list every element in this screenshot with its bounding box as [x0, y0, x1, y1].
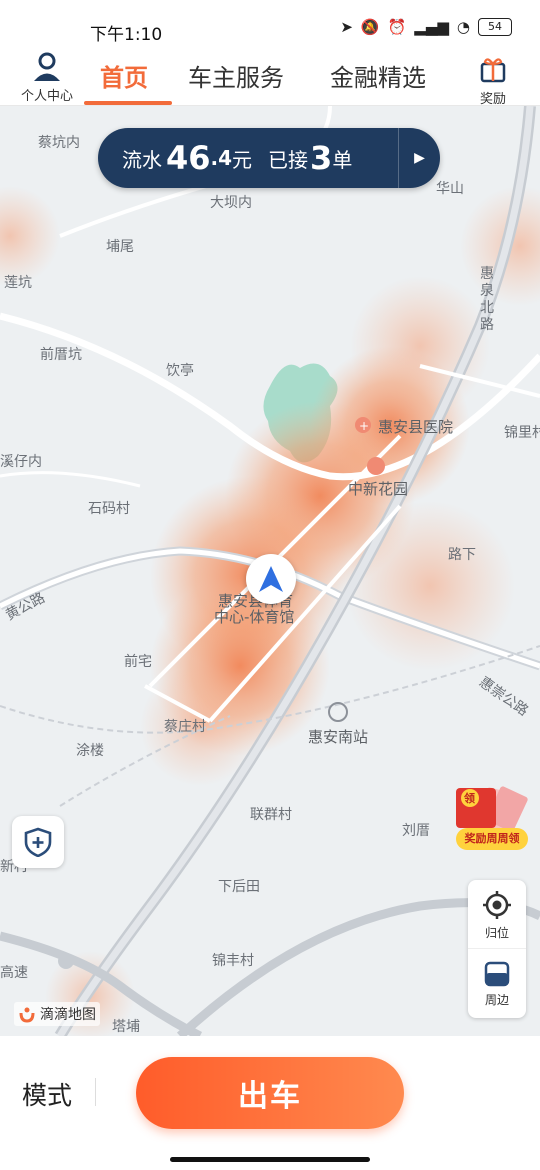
map-label: 刘厝	[402, 823, 430, 839]
flow-label: 流水	[122, 147, 162, 172]
map-label: 联群村	[250, 807, 292, 823]
bottom-bar: 模式 出车	[0, 1036, 540, 1170]
map-label: 石码村	[88, 501, 130, 517]
map-logo-text: 滴滴地图	[40, 1007, 96, 1023]
map-road-label: 惠泉北路	[480, 266, 494, 333]
mute-icon: 🔕	[360, 18, 380, 36]
nearby-button[interactable]: 周边	[468, 949, 526, 1018]
mode-button[interactable]: 模式	[22, 1076, 72, 1112]
divider	[95, 1078, 96, 1106]
active-tab-indicator	[84, 101, 172, 105]
map-label: 惠安南站	[308, 728, 369, 746]
orders-unit: 单	[332, 147, 353, 172]
wifi-icon: ◔	[456, 18, 470, 36]
promo-label: 奖励周周领	[456, 828, 528, 850]
current-location-marker	[246, 554, 296, 604]
map-label: 溪仔内	[0, 454, 42, 470]
map-label: 涂楼	[76, 743, 104, 759]
profile-button[interactable]: 个人中心	[14, 50, 80, 104]
map-label: 华山	[436, 181, 464, 197]
map-label: 惠安县医院	[378, 418, 454, 436]
map-label: 大坝内	[210, 195, 252, 211]
map-controls: 归位 周边	[468, 880, 526, 1018]
svg-text:+: +	[359, 419, 369, 433]
profile-label: 个人中心	[20, 89, 73, 104]
locate-button[interactable]: 归位	[468, 880, 526, 949]
reward-label: 奖励	[479, 92, 506, 107]
location-icon: ➤	[340, 18, 353, 36]
chevron-right-icon[interactable]: ▶	[398, 128, 440, 188]
map-label: 前厝坑	[40, 347, 82, 363]
nearby-label: 周边	[484, 993, 509, 1007]
tab-owner-services[interactable]: 车主服务	[188, 58, 284, 93]
start-driving-button[interactable]: 出车	[136, 1057, 404, 1129]
person-icon	[34, 52, 60, 81]
shield-icon	[24, 827, 52, 857]
map-label: 塔埔	[112, 1019, 140, 1035]
map-label: 路下	[448, 547, 476, 563]
orders-count: 3	[310, 139, 333, 177]
nearby-icon	[484, 961, 510, 987]
gift-icon	[480, 58, 506, 83]
flow-amount-int: 46	[166, 139, 211, 177]
alarm-icon: ⏰	[387, 18, 407, 36]
map-label: 饮亭	[166, 363, 194, 379]
promo-badge: 领	[464, 792, 475, 805]
map-label: 前宅	[124, 654, 152, 670]
didi-logo-icon	[19, 1007, 35, 1023]
top-nav: 个人中心 首页 车主服务 金融精选 奖励	[0, 50, 540, 107]
map-label: 蔡庄村	[164, 719, 206, 735]
map-label: 锦丰村	[212, 953, 254, 969]
tab-finance[interactable]: 金融精选	[330, 58, 426, 93]
map-label: 中新花园	[348, 480, 409, 498]
flow-unit: 元	[232, 147, 253, 172]
status-icons: ➤ 🔕 ⏰ ▂▄▆ ◔ 54	[340, 18, 512, 36]
earnings-banner[interactable]: 流水 46 .4 元 已接 3 单 ▶	[98, 128, 440, 188]
status-bar: 下午1:10 ➤ 🔕 ⏰ ▂▄▆ ◔ 54	[0, 0, 540, 50]
map-label: 莲坑	[4, 275, 32, 291]
map-label: 高速	[0, 965, 28, 981]
home-indicator[interactable]	[170, 1157, 370, 1162]
map-label: 蔡坑内	[38, 135, 80, 151]
map-label: 中心-体育馆	[214, 608, 295, 626]
orders-label: 已接	[268, 147, 309, 172]
map-view[interactable]: + 蔡坑内 大坝内 华山 埔尾 莲坑 前厝坑 饮亭 惠泉北路 惠安县医院 锦里村…	[0, 106, 540, 1036]
navigation-arrow-icon	[259, 566, 283, 592]
flow-amount-dec: .4	[210, 146, 233, 170]
map-label: 锦里村	[504, 425, 540, 441]
battery-icon: 54	[478, 18, 512, 36]
tab-home[interactable]: 首页	[100, 58, 148, 93]
hd-signal-icon: ▂▄▆	[414, 18, 449, 36]
map-label: 埔尾	[106, 239, 134, 255]
map-label: 下后田	[218, 879, 260, 895]
crosshair-icon	[483, 891, 511, 919]
reward-button[interactable]: 奖励	[468, 54, 518, 107]
didi-map-logo: 滴滴地图	[14, 1002, 100, 1026]
safety-center-button[interactable]	[12, 816, 64, 868]
weekly-reward-promo[interactable]: 领 奖励周周领	[452, 784, 532, 854]
locate-label: 归位	[484, 926, 509, 940]
status-time: 下午1:10	[90, 25, 163, 45]
